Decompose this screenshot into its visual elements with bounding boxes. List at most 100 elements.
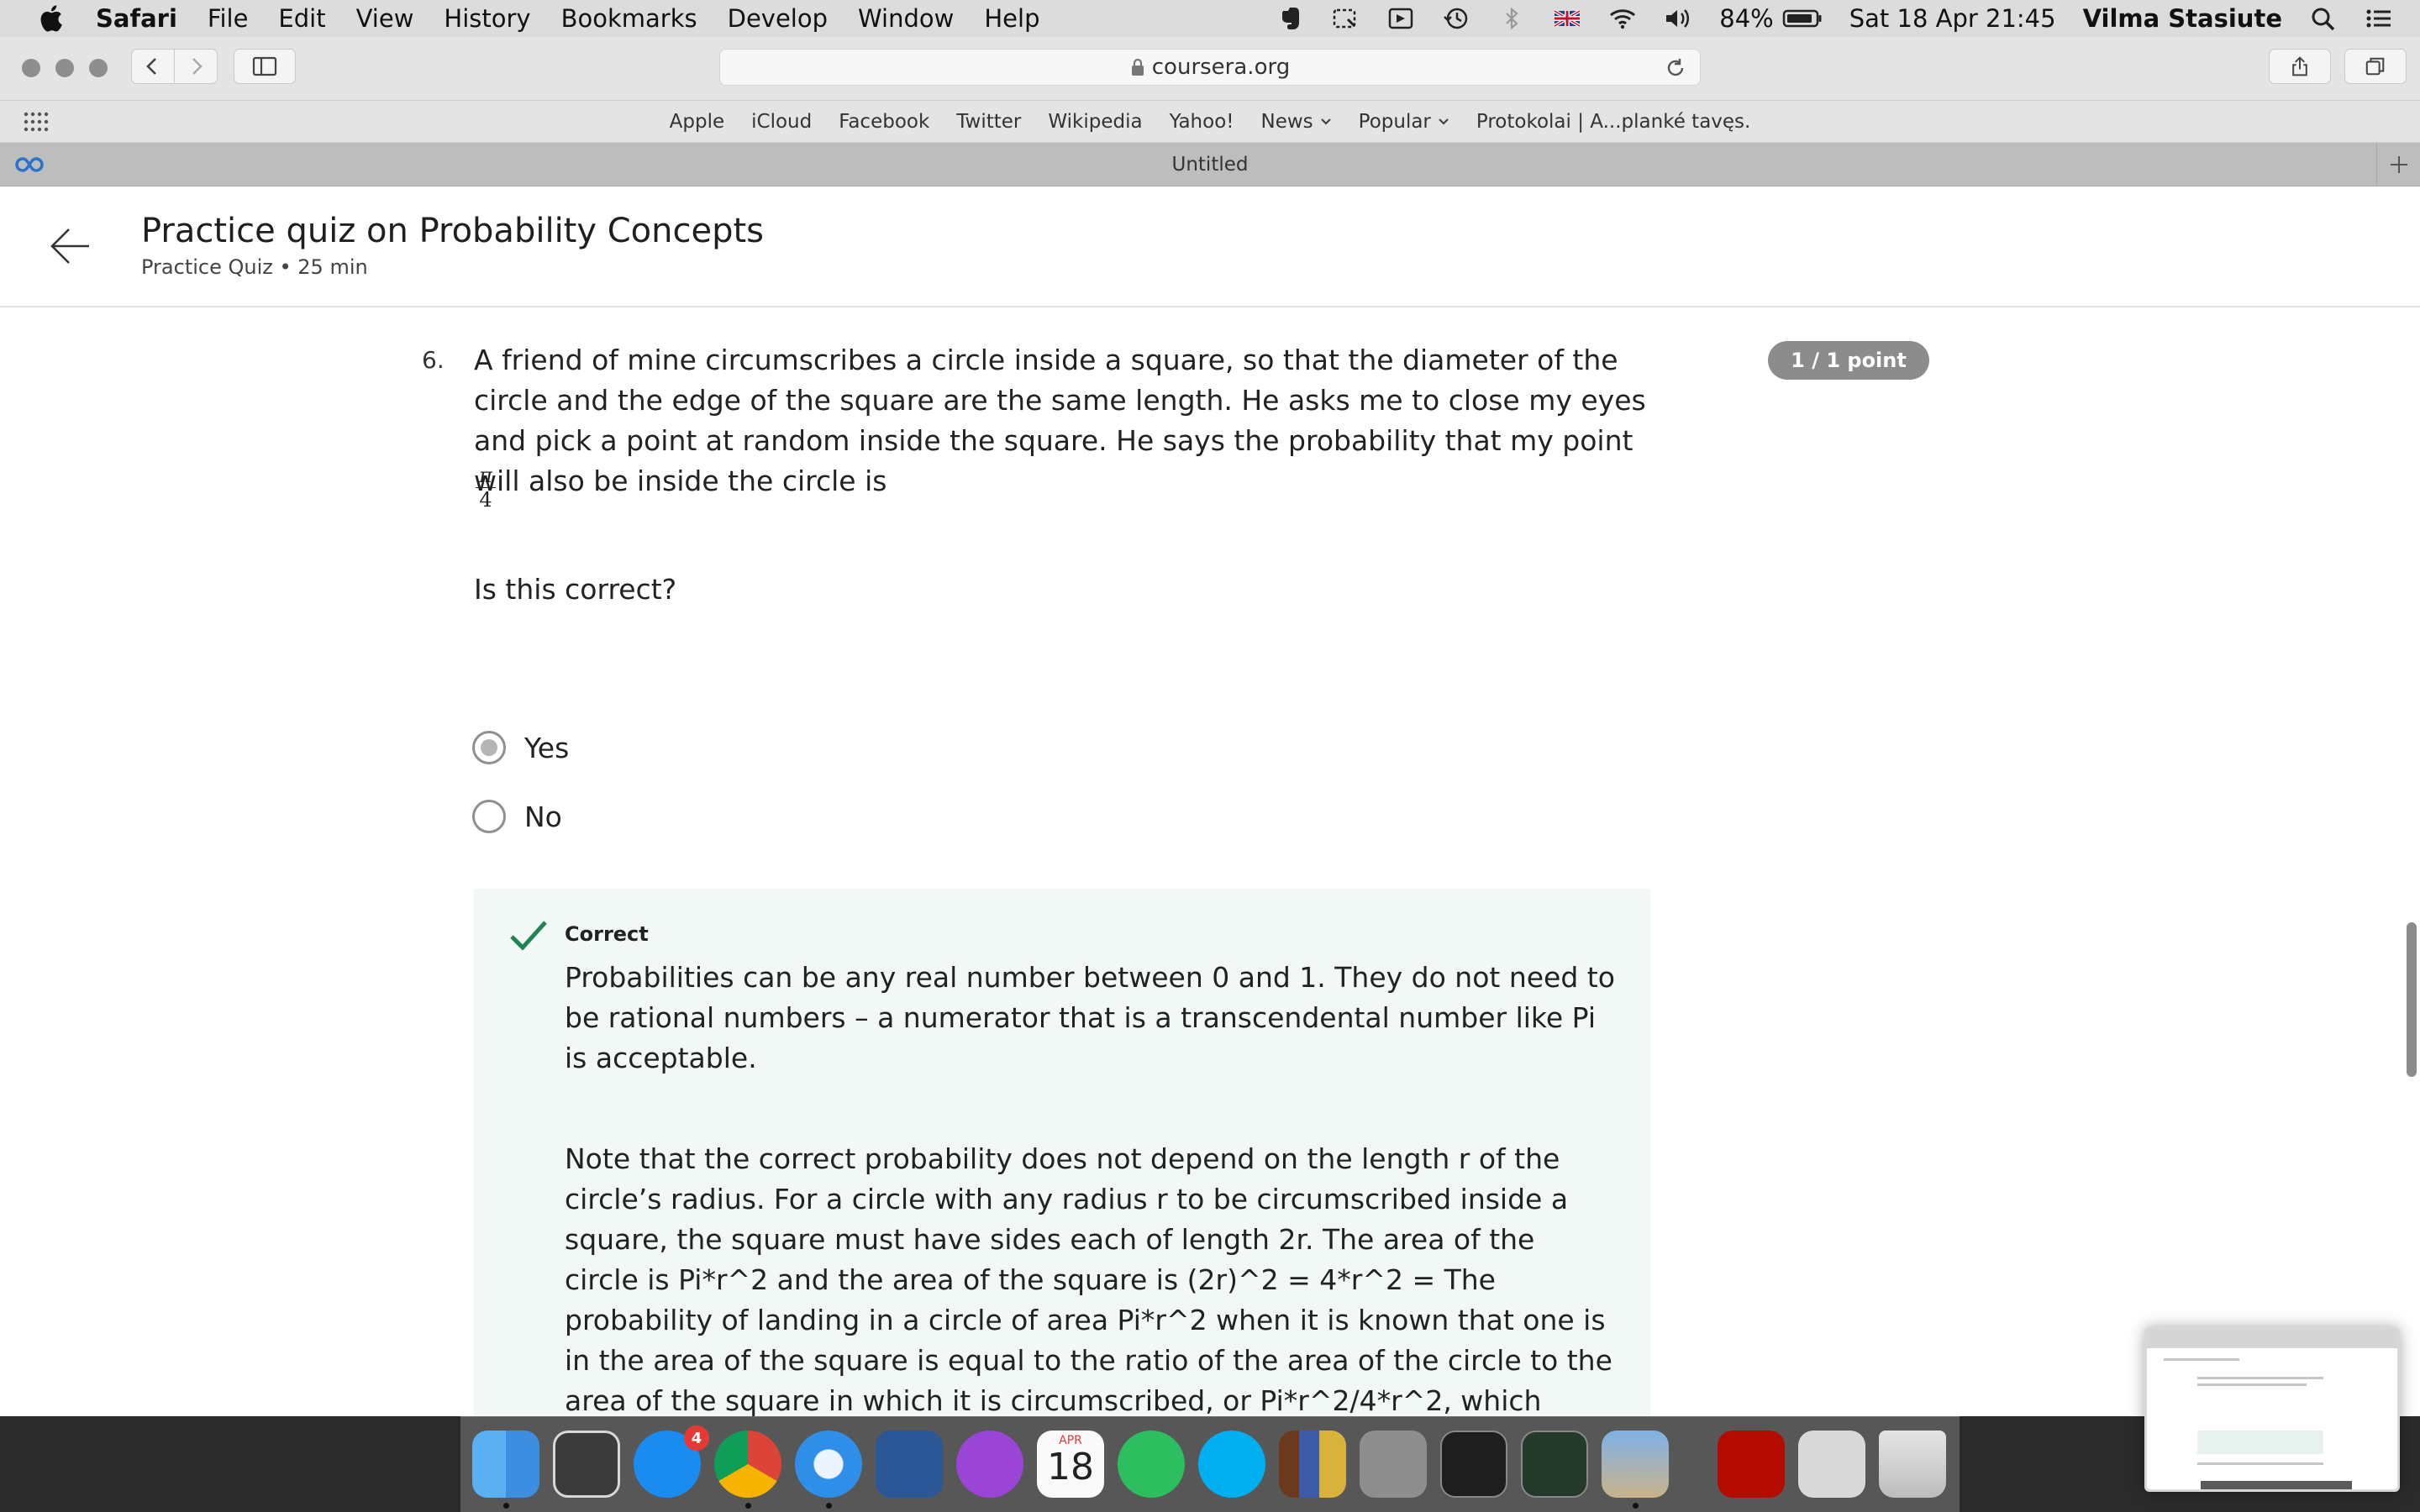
favorite-news-label: News xyxy=(1260,111,1313,133)
tab-overview-button[interactable] xyxy=(2344,49,2407,84)
user-name[interactable]: Vilma Stasiute xyxy=(2083,4,2282,33)
calibre-icon[interactable] xyxy=(1279,1431,1346,1498)
question-number: 6. xyxy=(422,346,445,374)
tab-bar: Untitled xyxy=(0,143,2420,186)
favorites-bar: Apple iCloud Facebook Twitter Wikipedia … xyxy=(0,101,2420,143)
trash-icon[interactable] xyxy=(1879,1431,1946,1498)
menu-file[interactable]: File xyxy=(208,4,249,33)
notification-center-icon[interactable] xyxy=(2365,6,2393,31)
skype-icon[interactable] xyxy=(1198,1431,1265,1498)
thumbnail-line xyxy=(2197,1462,2323,1465)
menu-bar: Safari File Edit View History Bookmarks … xyxy=(0,0,2420,37)
disk-utility-icon[interactable] xyxy=(1798,1431,1865,1498)
finder-icon[interactable] xyxy=(472,1431,539,1498)
running-indicator xyxy=(1633,1503,1639,1509)
podcasts-icon[interactable] xyxy=(956,1431,1023,1498)
preview-icon[interactable] xyxy=(1602,1431,1669,1498)
screenshot-thumbnail[interactable] xyxy=(2144,1327,2400,1492)
new-tab-button[interactable] xyxy=(2376,143,2420,186)
menu-bookmarks[interactable]: Bookmarks xyxy=(561,4,697,33)
spotlight-search-icon[interactable] xyxy=(2309,6,2338,31)
battery-percent[interactable]: 84% xyxy=(1719,4,1773,33)
apple-menu-icon[interactable] xyxy=(32,4,69,33)
radio-selected-dot xyxy=(481,739,497,756)
address-bar[interactable]: coursera.org xyxy=(719,49,1701,86)
time-machine-icon[interactable] xyxy=(1442,6,1470,31)
question-text: A friend of mine circumscribes a circle … xyxy=(474,344,1646,497)
calendar-icon[interactable]: APR 18 xyxy=(1037,1431,1104,1498)
minimize-window-button[interactable] xyxy=(55,59,74,77)
feedback-panel: Correct Probabilities can be any real nu… xyxy=(474,889,1650,1416)
thumbnail-dock xyxy=(2201,1481,2352,1489)
tab-untitled[interactable]: Untitled xyxy=(0,143,2420,186)
volume-icon[interactable] xyxy=(1664,6,1692,31)
quiz-subtitle: Practice Quiz • 25 min xyxy=(141,255,368,279)
fraction-numerator: π xyxy=(476,464,496,488)
tabs-overview-icon xyxy=(2365,57,2385,76)
favorite-apple[interactable]: Apple xyxy=(670,111,724,133)
favorite-yahoo[interactable]: Yahoo! xyxy=(1170,111,1234,133)
option-no[interactable]: No xyxy=(472,798,562,835)
menu-app-name[interactable]: Safari xyxy=(96,4,177,33)
page-scrollbar[interactable] xyxy=(2407,922,2417,1077)
favorite-popular-folder[interactable]: Popular xyxy=(1359,111,1449,133)
quiz-title: Practice quiz on Probability Concepts xyxy=(141,212,765,250)
favorite-wikipedia[interactable]: Wikipedia xyxy=(1048,111,1142,133)
running-indicator xyxy=(745,1503,751,1509)
forward-nav-button[interactable] xyxy=(174,49,218,84)
favorite-twitter[interactable]: Twitter xyxy=(956,111,1021,133)
reload-icon[interactable] xyxy=(1665,57,1686,79)
activity-monitor-icon[interactable] xyxy=(1521,1431,1588,1498)
thumbnail-line xyxy=(2197,1383,2307,1386)
evernote-icon[interactable] xyxy=(1118,1431,1185,1498)
photo-app-icon[interactable] xyxy=(553,1431,620,1498)
evernote-status-icon[interactable] xyxy=(1276,6,1304,31)
menu-history[interactable]: History xyxy=(444,4,530,33)
thumbnail-line xyxy=(2197,1377,2323,1379)
app-store-badge: 4 xyxy=(684,1425,709,1451)
terminal-icon[interactable] xyxy=(1440,1431,1507,1498)
acrobat-icon[interactable] xyxy=(1718,1431,1785,1498)
arrow-left-icon[interactable] xyxy=(47,223,92,269)
running-indicator xyxy=(826,1503,832,1509)
checkmark-icon xyxy=(510,921,547,951)
menu-window[interactable]: Window xyxy=(858,4,954,33)
chevron-left-icon xyxy=(146,58,156,75)
screen-record-status-icon[interactable] xyxy=(1386,6,1415,31)
feedback-status: Correct xyxy=(565,922,649,946)
favorite-popular-label: Popular xyxy=(1358,111,1431,133)
calculator-icon[interactable] xyxy=(1360,1431,1427,1498)
battery-icon[interactable] xyxy=(1782,6,1823,31)
uk-flag-icon[interactable] xyxy=(1553,6,1581,31)
option-yes[interactable]: Yes xyxy=(472,729,569,766)
favorite-news-folder[interactable]: News xyxy=(1260,111,1331,133)
favorite-protokolai[interactable]: Protokolai | A...planké tavęs. xyxy=(1476,111,1750,133)
radio-yes[interactable] xyxy=(472,731,506,764)
word-icon[interactable] xyxy=(876,1431,943,1498)
browser-toolbar: coursera.org xyxy=(0,37,2420,101)
lock-icon xyxy=(1131,58,1144,76)
menu-develop[interactable]: Develop xyxy=(728,4,828,33)
chevron-down-icon xyxy=(1320,118,1331,125)
favorite-facebook[interactable]: Facebook xyxy=(839,111,929,133)
menu-view[interactable]: View xyxy=(356,4,414,33)
radio-no[interactable] xyxy=(472,800,506,833)
back-nav-button[interactable] xyxy=(131,49,175,84)
zoom-window-button[interactable] xyxy=(89,59,108,77)
sidebar-toggle-button[interactable] xyxy=(234,49,296,84)
sidebar-icon xyxy=(252,56,277,76)
menu-help[interactable]: Help xyxy=(984,4,1039,33)
chrome-icon[interactable] xyxy=(714,1431,781,1498)
menu-edit[interactable]: Edit xyxy=(278,4,325,33)
url-text: coursera.org xyxy=(1151,55,1291,80)
menu-clock[interactable]: Sat 18 Apr 21:45 xyxy=(1849,4,2056,33)
score-badge: 1 / 1 point xyxy=(1768,341,1929,380)
share-button[interactable] xyxy=(2269,49,2331,84)
safari-icon[interactable] xyxy=(795,1431,862,1498)
favorite-icloud[interactable]: iCloud xyxy=(751,111,812,133)
share-icon xyxy=(2292,56,2307,76)
close-window-button[interactable] xyxy=(22,59,40,77)
bluetooth-icon[interactable] xyxy=(1497,6,1526,31)
wifi-icon[interactable] xyxy=(1608,6,1637,31)
screen-capture-status-icon[interactable] xyxy=(1331,6,1360,31)
